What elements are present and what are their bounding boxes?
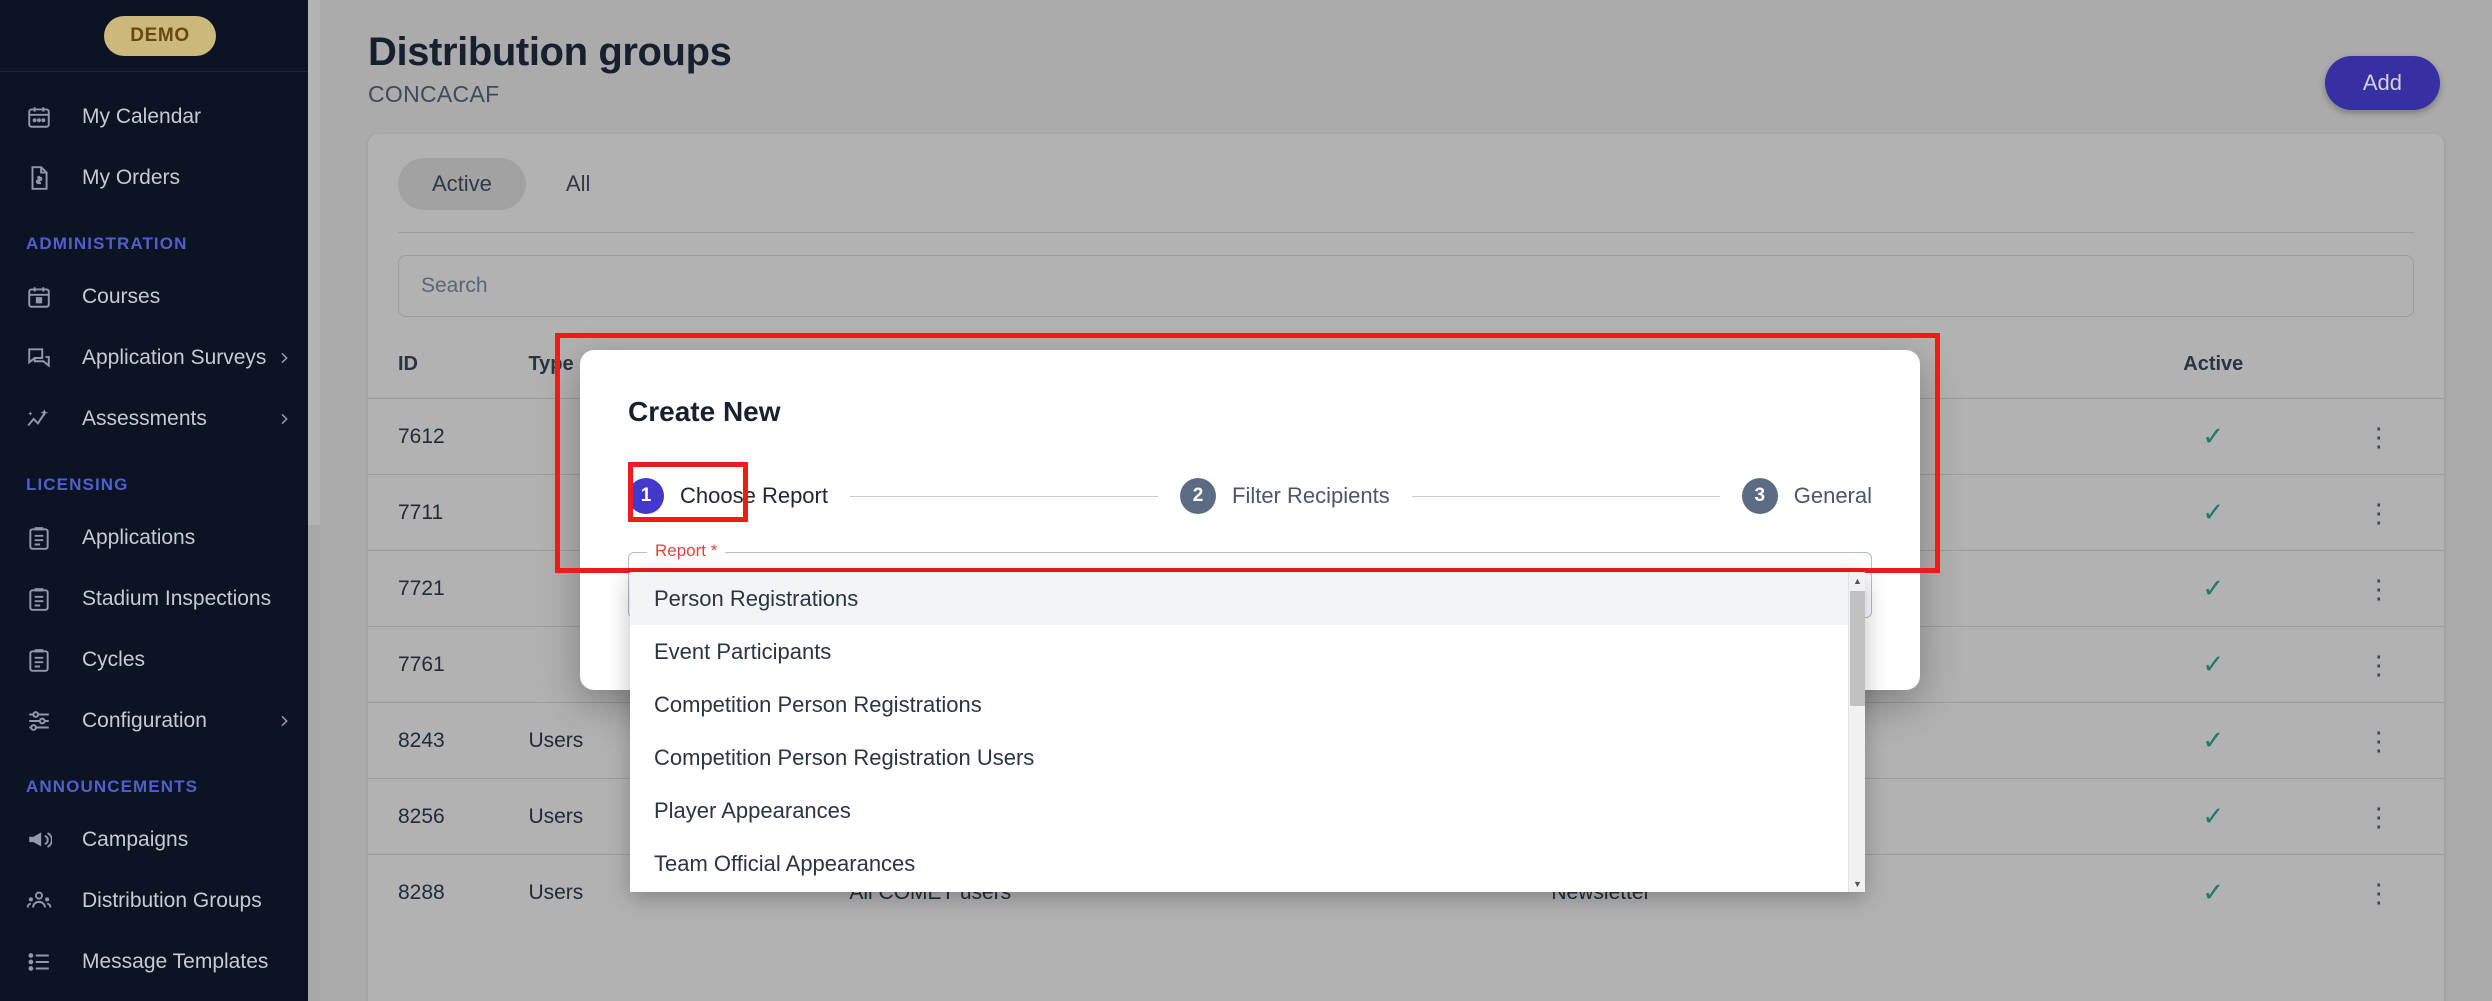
step-number-badge: 3 — [1742, 478, 1778, 514]
stepper-connector — [1412, 496, 1720, 497]
dropdown-option[interactable]: Competition Person Registration Users — [630, 731, 1865, 784]
dropdown-option[interactable]: Event Participants — [630, 625, 1865, 678]
wizard-step-2[interactable]: 2 Filter Recipients — [1180, 478, 1390, 514]
modal-title: Create New — [628, 396, 1872, 428]
dropdown-scrollbar-thumb[interactable] — [1850, 591, 1865, 706]
step-label: Filter Recipients — [1232, 483, 1390, 509]
wizard-stepper: 1 Choose Report 2 Filter Recipients 3 General — [628, 478, 1872, 514]
wizard-step-1[interactable]: 1 Choose Report — [628, 478, 828, 514]
wizard-step-3[interactable]: 3 General — [1742, 478, 1872, 514]
dropdown-option[interactable]: Player Appearances — [630, 784, 1865, 837]
report-field-label: Report * — [647, 541, 725, 561]
scroll-up-arrow-icon[interactable]: ▲ — [1849, 572, 1865, 589]
dropdown-option[interactable]: Competition Person Registrations — [630, 678, 1865, 731]
step-label: Choose Report — [680, 483, 828, 509]
report-options-dropdown[interactable]: Person RegistrationsEvent ParticipantsCo… — [630, 572, 1865, 892]
dropdown-option[interactable]: Person Registrations — [630, 572, 1865, 625]
step-number-badge: 2 — [1180, 478, 1216, 514]
dropdown-scrollbar[interactable]: ▲ ▼ — [1848, 572, 1865, 892]
step-label: General — [1794, 483, 1872, 509]
app-root: DEMO My CalendarMy OrdersADMINISTRATIONC… — [0, 0, 2492, 1001]
report-options-list: Person RegistrationsEvent ParticipantsCo… — [630, 572, 1865, 890]
step-number-badge: 1 — [628, 478, 664, 514]
stepper-connector — [850, 496, 1158, 497]
dropdown-option[interactable]: Team Official Appearances — [630, 837, 1865, 890]
scroll-down-arrow-icon[interactable]: ▼ — [1849, 875, 1865, 892]
